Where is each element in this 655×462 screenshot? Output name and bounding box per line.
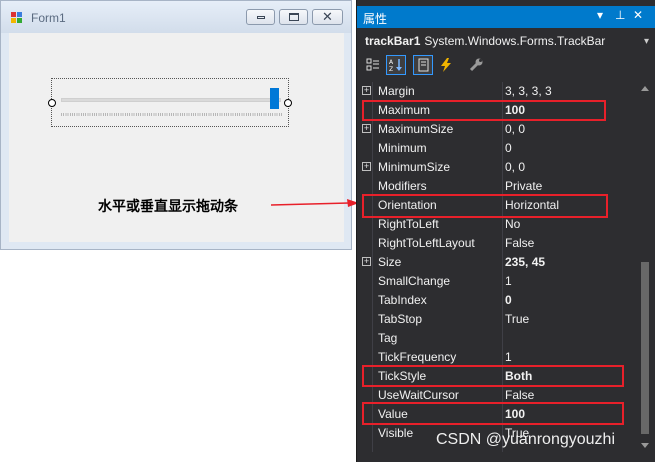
property-name: MaximumSize — [378, 122, 454, 136]
property-row-minimumsize[interactable]: + MinimumSize 0, 0 — [357, 158, 637, 177]
property-value[interactable]: False — [505, 236, 534, 250]
trackbar-track — [61, 98, 281, 102]
object-dropdown-icon[interactable]: ▾ — [644, 36, 649, 47]
property-value[interactable]: 0 — [505, 293, 512, 307]
property-pages-button[interactable] — [466, 55, 486, 75]
form-app-icon — [11, 12, 24, 23]
trackbar-thumb[interactable] — [270, 88, 279, 109]
properties-toolbar: A Z — [361, 55, 651, 77]
property-name: Margin — [378, 84, 415, 98]
property-name: MinimumSize — [378, 160, 451, 174]
object-selector[interactable]: trackBar1 System.Windows.Forms.TrackBar — [365, 34, 605, 48]
highlight-orientation — [362, 194, 608, 218]
highlight-maximum — [362, 100, 606, 121]
property-name: UseWaitCursor — [378, 388, 459, 402]
minimize-button[interactable] — [246, 9, 275, 25]
scroll-thumb[interactable] — [641, 262, 649, 434]
close-icon: ✕ — [322, 9, 333, 24]
property-name: SmallChange — [378, 274, 451, 288]
property-row-tabstop[interactable]: TabStop True — [357, 310, 637, 329]
watermark: CSDN @yuanrongyouzhi — [436, 431, 615, 448]
form1-titlebar[interactable]: Form1 ✕ — [1, 1, 351, 33]
pin-icon[interactable]: ⊥ — [615, 8, 625, 22]
resize-handle-right[interactable] — [284, 99, 292, 107]
events-button[interactable] — [436, 55, 456, 75]
alphabetical-button[interactable]: A Z — [386, 55, 406, 75]
trackbar1-control[interactable] — [48, 78, 292, 127]
property-row-tabindex[interactable]: TabIndex 0 — [357, 291, 637, 310]
property-value[interactable]: 0, 0 — [505, 122, 525, 136]
property-value[interactable]: True — [505, 312, 529, 326]
property-value[interactable]: Private — [505, 179, 542, 193]
close-button[interactable]: ✕ — [312, 9, 343, 25]
property-value[interactable]: 235, 45 — [505, 255, 545, 269]
categorized-icon — [366, 58, 379, 71]
property-name: Tag — [378, 331, 398, 345]
property-value[interactable]: 0, 0 — [505, 160, 525, 174]
property-name: Minimum — [378, 141, 427, 155]
properties-view-button[interactable] — [413, 55, 433, 75]
scroll-down-icon[interactable] — [641, 443, 649, 448]
property-value[interactable]: 1 — [505, 274, 512, 288]
highlight-value — [362, 402, 624, 425]
maximize-icon — [289, 13, 299, 21]
property-value[interactable]: 1 — [505, 350, 512, 364]
expand-icon[interactable]: + — [362, 257, 371, 266]
property-name: TabStop — [378, 312, 423, 326]
property-name: Modifiers — [378, 179, 427, 193]
expand-icon[interactable]: + — [362, 162, 371, 171]
property-row-maximumsize[interactable]: + MaximumSize 0, 0 — [357, 120, 637, 139]
trackbar-ticks — [61, 113, 283, 116]
resize-handle-left[interactable] — [48, 99, 56, 107]
property-value[interactable]: 0 — [505, 141, 512, 155]
close-icon[interactable]: ✕ — [633, 8, 643, 22]
property-row-smallchange[interactable]: SmallChange 1 — [357, 272, 637, 291]
wrench-icon — [469, 58, 483, 72]
property-name: TabIndex — [378, 293, 427, 307]
minimize-icon — [257, 16, 265, 19]
svg-text:A: A — [389, 59, 394, 66]
categorized-button[interactable] — [363, 55, 383, 75]
properties-title: 属性 — [363, 12, 388, 26]
svg-text:Z: Z — [389, 66, 393, 72]
expand-icon[interactable]: + — [362, 124, 371, 133]
property-value[interactable]: 3, 3, 3, 3 — [505, 84, 552, 98]
caption-buttons: ✕ — [246, 9, 343, 25]
property-row-size[interactable]: + Size 235, 45 — [357, 253, 637, 272]
property-value[interactable]: No — [505, 217, 520, 231]
highlight-tickstyle — [362, 365, 624, 387]
property-row-tag[interactable]: Tag — [357, 329, 637, 348]
maximize-button[interactable] — [279, 9, 308, 25]
scroll-up-icon[interactable] — [641, 86, 649, 91]
property-row-righttoleftlayout[interactable]: RightToLeftLayout False — [357, 234, 637, 253]
lightning-icon — [441, 58, 451, 72]
property-name: TickFrequency — [378, 350, 457, 364]
property-row-margin[interactable]: + Margin 3, 3, 3, 3 — [357, 82, 637, 101]
property-name: Visible — [378, 426, 414, 440]
property-grid-scrollbar[interactable] — [637, 82, 653, 452]
form1-title: Form1 — [31, 11, 66, 25]
expand-icon[interactable]: + — [362, 86, 371, 95]
property-page-icon — [418, 58, 429, 72]
annotation-arrow — [270, 199, 359, 207]
property-grid: + Margin 3, 3, 3, 3 Maximum 100 + MaximumSize 0… — [357, 82, 637, 443]
object-type: System.Windows.Forms.TrackBar — [424, 34, 606, 48]
property-name: RightToLeftLayout — [378, 236, 475, 250]
object-name: trackBar1 — [365, 34, 421, 48]
sort-az-icon: A Z — [389, 59, 402, 72]
property-value[interactable]: False — [505, 388, 534, 402]
property-name: RightToLeft — [378, 217, 439, 231]
property-name: Size — [378, 255, 402, 269]
properties-window: 属性 ▾ ⊥ ✕ trackBar1 System.Windows.Forms.T… — [356, 0, 655, 462]
dropdown-icon[interactable]: ▾ — [597, 8, 603, 22]
annotation-text: 水平或垂直显示拖动条 — [98, 199, 238, 215]
property-row-minimum[interactable]: Minimum 0 — [357, 139, 637, 158]
properties-header[interactable]: 属性 ▾ ⊥ ✕ — [357, 6, 655, 28]
